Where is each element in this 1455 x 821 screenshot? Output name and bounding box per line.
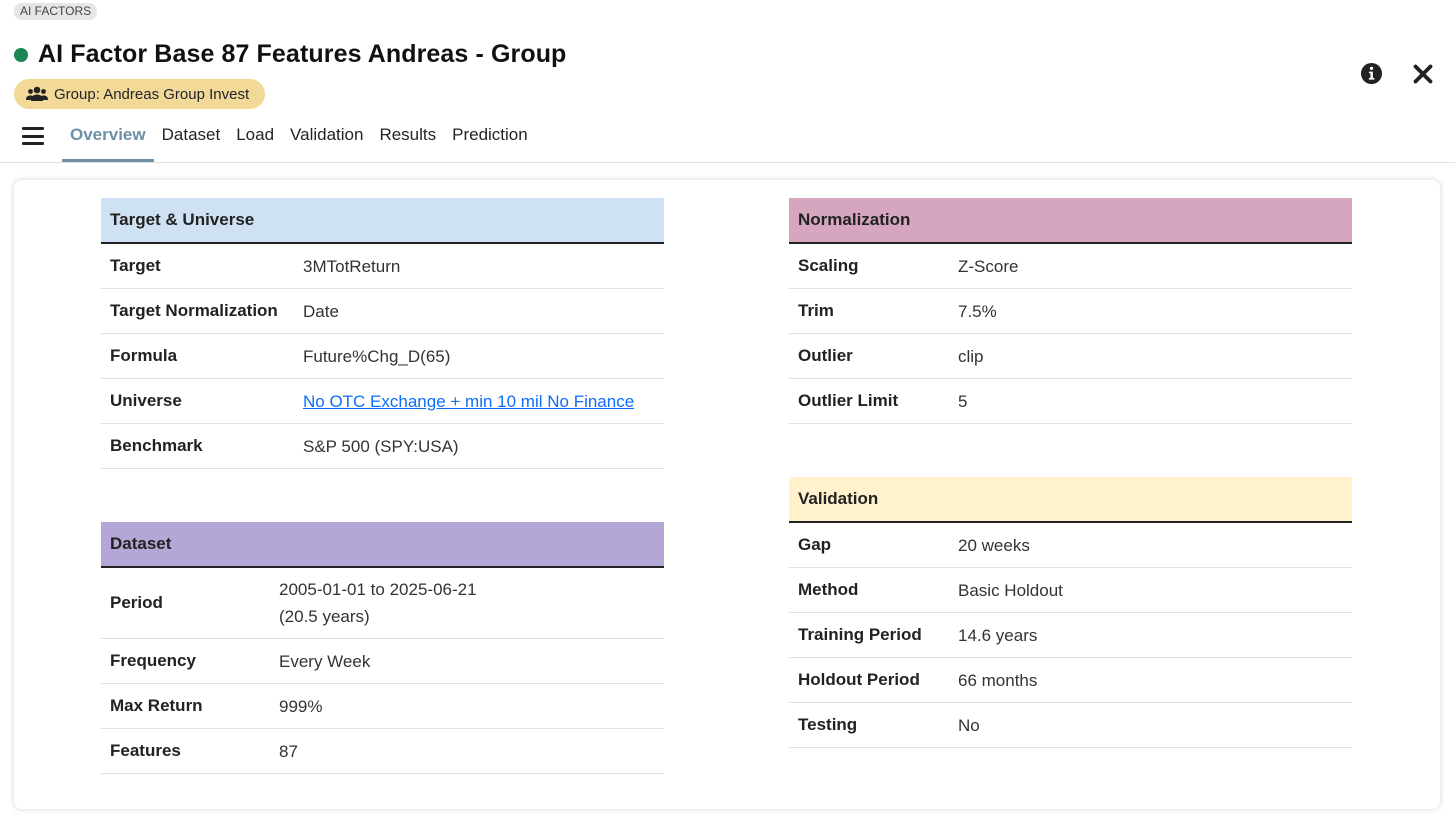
users-icon xyxy=(26,86,48,101)
row-label: Trim xyxy=(798,301,834,320)
page-title: AI Factor Base 87 Features Andreas - Gro… xyxy=(38,40,567,68)
period-range: 2005-01-01 to 2025-06-21 xyxy=(279,580,477,599)
section-heading: Normalization xyxy=(789,198,1352,244)
row-label: Target Normalization xyxy=(110,301,278,320)
row-label: Target xyxy=(110,256,161,275)
row-value: No xyxy=(958,715,980,735)
table-row: Testing No xyxy=(789,703,1352,748)
row-value: Z-Score xyxy=(958,256,1019,276)
row-value: Basic Holdout xyxy=(958,580,1063,600)
top-icons xyxy=(1360,62,1433,85)
row-value: Future%Chg_D(65) xyxy=(303,346,451,366)
section-heading: Target & Universe xyxy=(101,198,664,244)
row-value: 20 weeks xyxy=(958,535,1030,555)
normalization-section: Normalization Scaling Z-Score Trim 7.5% … xyxy=(789,198,1352,424)
table-row: Training Period 14.6 years xyxy=(789,613,1352,658)
breadcrumb[interactable]: AI FACTORS xyxy=(14,3,98,20)
title-row: AI Factor Base 87 Features Andreas - Gro… xyxy=(14,40,566,69)
row-label: Benchmark xyxy=(110,436,203,455)
tab-bar: Overview Dataset Load Validation Results… xyxy=(0,116,1455,163)
table-row: Max Return 999% xyxy=(101,684,664,729)
row-value: 7.5% xyxy=(958,301,997,321)
info-circle-icon[interactable] xyxy=(1360,62,1383,85)
row-value: 87 xyxy=(279,741,298,761)
row-label: Gap xyxy=(798,535,832,554)
hamburger-menu-icon[interactable] xyxy=(22,127,44,145)
group-badge: Group: Andreas Group Invest xyxy=(14,79,266,109)
row-label: Testing xyxy=(798,715,858,734)
tab-results[interactable]: Results xyxy=(371,116,444,162)
tab-overview[interactable]: Overview xyxy=(62,116,154,162)
table-row: Formula Future%Chg_D(65) xyxy=(101,334,664,379)
row-value: 5 xyxy=(958,391,968,411)
row-label: Outlier xyxy=(798,346,853,365)
table-row: Holdout Period 66 months xyxy=(789,658,1352,703)
row-label: Outlier Limit xyxy=(798,391,899,410)
table-row: Period 2005-01-01 to 2025-06-21 (20.5 ye… xyxy=(101,568,664,639)
table-row: Universe No OTC Exchange + min 10 mil No… xyxy=(101,379,664,424)
section-heading: Validation xyxy=(789,477,1352,523)
row-label: Holdout Period xyxy=(798,670,920,689)
row-value: 66 months xyxy=(958,670,1038,690)
row-value: 999% xyxy=(279,696,323,716)
group-badge-label: Group: Andreas Group Invest xyxy=(54,85,250,103)
overview-card: Target & Universe Target 3MTotReturn Tar… xyxy=(14,180,1440,809)
period-years: (20.5 years) xyxy=(279,607,370,626)
table-row: Scaling Z-Score xyxy=(789,244,1352,289)
table-row: Frequency Every Week xyxy=(101,639,664,684)
tab-prediction[interactable]: Prediction xyxy=(444,116,536,162)
row-label: Formula xyxy=(110,346,178,365)
row-value: 2005-01-01 to 2025-06-21 (20.5 years) xyxy=(279,576,477,630)
tab-validation[interactable]: Validation xyxy=(282,116,371,162)
row-label: Universe xyxy=(110,391,182,410)
table-row: Features 87 xyxy=(101,729,664,774)
table-row: Method Basic Holdout xyxy=(789,568,1352,613)
table-row: Benchmark S&P 500 (SPY:USA) xyxy=(101,424,664,469)
table-row: Outlier Limit 5 xyxy=(789,379,1352,424)
row-label: Features xyxy=(110,741,181,760)
row-label: Max Return xyxy=(110,696,203,715)
universe-link[interactable]: No OTC Exchange + min 10 mil No Finance xyxy=(303,392,634,411)
section-heading: Dataset xyxy=(101,522,664,568)
table-row: Outlier clip xyxy=(789,334,1352,379)
table-row: Gap 20 weeks xyxy=(789,523,1352,568)
row-value: S&P 500 (SPY:USA) xyxy=(303,436,459,456)
row-label: Training Period xyxy=(798,625,922,644)
status-dot xyxy=(14,47,28,62)
table-row: Trim 7.5% xyxy=(789,289,1352,334)
target-universe-section: Target & Universe Target 3MTotReturn Tar… xyxy=(101,198,664,469)
row-value: 3MTotReturn xyxy=(303,256,401,276)
row-value: clip xyxy=(958,346,984,366)
tab-dataset[interactable]: Dataset xyxy=(154,116,229,162)
row-value: Date xyxy=(303,301,339,321)
validation-section: Validation Gap 20 weeks Method Basic Hol… xyxy=(789,477,1352,748)
row-label: Frequency xyxy=(110,651,196,670)
tab-load[interactable]: Load xyxy=(228,116,282,162)
table-row: Target Normalization Date xyxy=(101,289,664,334)
close-icon[interactable] xyxy=(1413,64,1433,84)
row-value: Every Week xyxy=(279,651,371,671)
row-value: 14.6 years xyxy=(958,625,1038,645)
row-label: Method xyxy=(798,580,859,599)
row-label: Scaling xyxy=(798,256,859,275)
row-label: Period xyxy=(110,593,163,612)
table-row: Target 3MTotReturn xyxy=(101,244,664,289)
dataset-section: Dataset Period 2005-01-01 to 2025-06-21 … xyxy=(101,522,664,774)
